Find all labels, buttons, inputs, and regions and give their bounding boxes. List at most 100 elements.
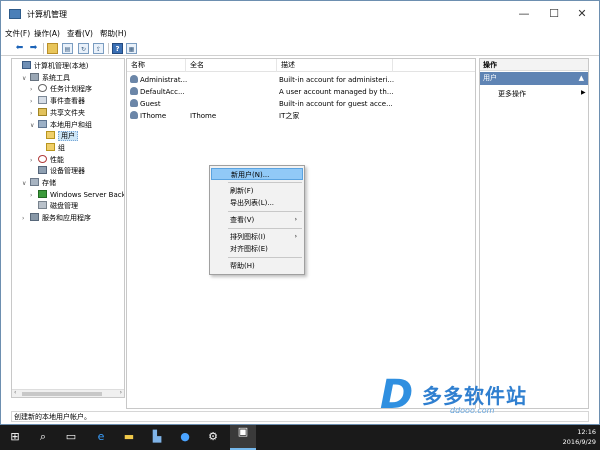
close-button[interactable]: ✕ — [567, 1, 597, 27]
file-explorer-icon[interactable]: ▬ — [122, 430, 136, 444]
title-bar[interactable]: 计算机管理 — ☐ ✕ — [1, 1, 599, 27]
context-menu: 新用户(N)... 刷新(F) 导出列表(L)... 查看(V) › 排列图标(I) › 对齐… — [209, 165, 305, 275]
context-menu-item[interactable]: 导出列表(L)... — [211, 197, 303, 209]
table-row[interactable]: Administrat... Built-in account for admin… — [127, 74, 475, 86]
taskbar-clock[interactable]: 12:16 2016/9/29 — [520, 427, 596, 447]
tree-item-label: 任务计划程序 — [50, 85, 92, 94]
tree-item[interactable]: 计算机管理(本地) — [14, 60, 88, 72]
tree-item-label: 系统工具 — [42, 73, 70, 82]
menu-view[interactable]: 查看(V) — [67, 28, 93, 39]
cell-name: Administrat... — [130, 74, 188, 86]
tools-icon — [30, 72, 39, 81]
scroll-thumb[interactable] — [22, 392, 102, 396]
context-menu-item[interactable]: 排列图标(I) › — [211, 231, 303, 243]
tree-item[interactable]: › 服务和应用程序 — [22, 212, 91, 224]
up-folder-icon[interactable] — [47, 43, 58, 54]
tree-item-label: 组 — [58, 143, 65, 152]
users-icon — [38, 119, 47, 128]
tree-item[interactable]: 磁盘管理 — [30, 200, 78, 212]
menu-file[interactable]: 文件(F) — [5, 28, 30, 39]
action-pane-title: 操作 — [480, 59, 588, 71]
server-manager-icon[interactable]: ▙ — [150, 430, 164, 444]
expand-chevron-icon[interactable]: › — [22, 213, 30, 225]
tree-item[interactable]: 用户 — [38, 130, 78, 142]
table-row[interactable]: DefaultAcc... A user account managed by t… — [127, 86, 475, 98]
context-menu-item[interactable]: 查看(V) › — [211, 214, 303, 226]
scroll-left-icon[interactable]: ‹ — [14, 389, 16, 396]
collapse-chevron-icon[interactable]: ∨ — [22, 178, 30, 190]
toolbar-separator — [43, 43, 44, 54]
toolbar: ⬅ ➡ ▤ ↻ ⇪ ? ▦ — [1, 41, 599, 56]
menu-separator — [228, 211, 302, 212]
storage-icon — [30, 178, 39, 186]
column-header-description[interactable]: 描述 — [277, 59, 393, 72]
forward-arrow-icon[interactable]: ➡ — [28, 43, 39, 54]
context-menu-item[interactable]: 对齐图标(E) — [211, 243, 303, 255]
user-name: Administrat... — [140, 76, 188, 84]
column-header-name[interactable]: 名称 — [127, 59, 186, 72]
context-menu-label: 新用户(N)... — [231, 171, 270, 179]
search-icon[interactable]: ⌕ — [36, 430, 50, 444]
menu-action[interactable]: 操作(A) — [34, 28, 60, 39]
windows-start-icon[interactable]: ⊞ — [8, 430, 22, 444]
collapse-chevron-icon[interactable]: ∨ — [22, 73, 30, 85]
user-icon — [130, 87, 138, 95]
table-row[interactable]: IThome IThome IT之家 — [127, 110, 475, 122]
action-section-users[interactable]: 用户 ▲ — [480, 72, 588, 85]
edge-browser-icon[interactable]: e — [94, 430, 108, 444]
export-list-icon[interactable]: ⇪ — [93, 43, 104, 54]
tree-item[interactable]: ∨ 系统工具 — [22, 72, 70, 84]
clock-time: 12:16 — [577, 428, 596, 436]
minimize-button[interactable]: — — [509, 1, 539, 27]
tree-item-label: 服务和应用程序 — [42, 214, 91, 223]
context-menu-item[interactable]: 刷新(F) — [211, 185, 303, 197]
user-name: Guest — [140, 100, 161, 108]
services-icon — [30, 213, 39, 222]
tree-item[interactable]: › Windows Server Back — [30, 189, 125, 201]
tree-item[interactable]: ∨ 本地用户和组 — [30, 119, 92, 131]
tree-item[interactable]: › 事件查看器 — [30, 95, 85, 107]
watermark-domain: ddooo.com — [450, 406, 495, 415]
context-menu-label: 对齐图标(E) — [230, 245, 268, 253]
tree-item[interactable]: 组 — [38, 142, 65, 154]
settings-gear-icon[interactable]: ⚙ — [206, 430, 220, 444]
tree-item-label: Windows Server Back — [50, 190, 125, 199]
user-name: DefaultAcc... — [140, 88, 185, 96]
globe-icon[interactable]: ● — [178, 430, 192, 444]
table-row[interactable]: Guest Built-in account for guest acce... — [127, 98, 475, 110]
tree-item[interactable]: › 共享文件夹 — [30, 107, 85, 119]
menu-help[interactable]: 帮助(H) — [100, 28, 127, 39]
maximize-button[interactable]: ☐ — [539, 1, 569, 27]
scroll-right-icon[interactable]: › — [120, 389, 122, 396]
action-pane-icon[interactable]: ▦ — [126, 43, 137, 54]
context-menu-item[interactable]: 新用户(N)... — [211, 168, 303, 180]
help-icon[interactable]: ? — [112, 43, 123, 54]
collapse-chevron-icon[interactable]: ∨ — [30, 120, 38, 132]
menu-separator — [228, 182, 302, 183]
context-menu-label: 查看(V) — [230, 216, 255, 224]
tree-item[interactable]: ∨ 存储 — [22, 177, 56, 189]
tree-horizontal-scrollbar[interactable]: ‹ › — [12, 389, 124, 397]
computer-management-taskbar-icon[interactable]: ▣ — [230, 425, 256, 450]
collapse-up-icon[interactable]: ▲ — [579, 72, 584, 85]
column-header-fullname[interactable]: 全名 — [186, 59, 277, 72]
refresh-icon[interactable]: ↻ — [78, 43, 89, 54]
task-view-icon[interactable]: ▭ — [64, 430, 78, 444]
toolbar-separator — [108, 43, 109, 54]
tree-item[interactable]: › 任务计划程序 — [30, 83, 92, 95]
tree-item[interactable]: › 性能 — [30, 154, 64, 166]
device-manager-icon — [38, 166, 47, 175]
cell-fullname: IThome — [190, 112, 217, 120]
cell-name: Guest — [130, 98, 188, 110]
folder-icon — [46, 131, 55, 140]
more-actions-item[interactable]: 更多操作 — [498, 89, 526, 99]
event-log-icon — [38, 96, 47, 105]
cell-description: IT之家 — [279, 112, 300, 120]
window-title: 计算机管理 — [27, 10, 67, 19]
tree-item[interactable]: 设备管理器 — [30, 165, 85, 177]
show-hide-tree-icon[interactable]: ▤ — [62, 43, 73, 54]
back-arrow-icon[interactable]: ⬅ — [14, 43, 25, 54]
context-menu-label: 刷新(F) — [230, 187, 254, 195]
tree-item-label: 事件查看器 — [50, 97, 85, 106]
context-menu-item[interactable]: 帮助(H) — [211, 260, 303, 272]
